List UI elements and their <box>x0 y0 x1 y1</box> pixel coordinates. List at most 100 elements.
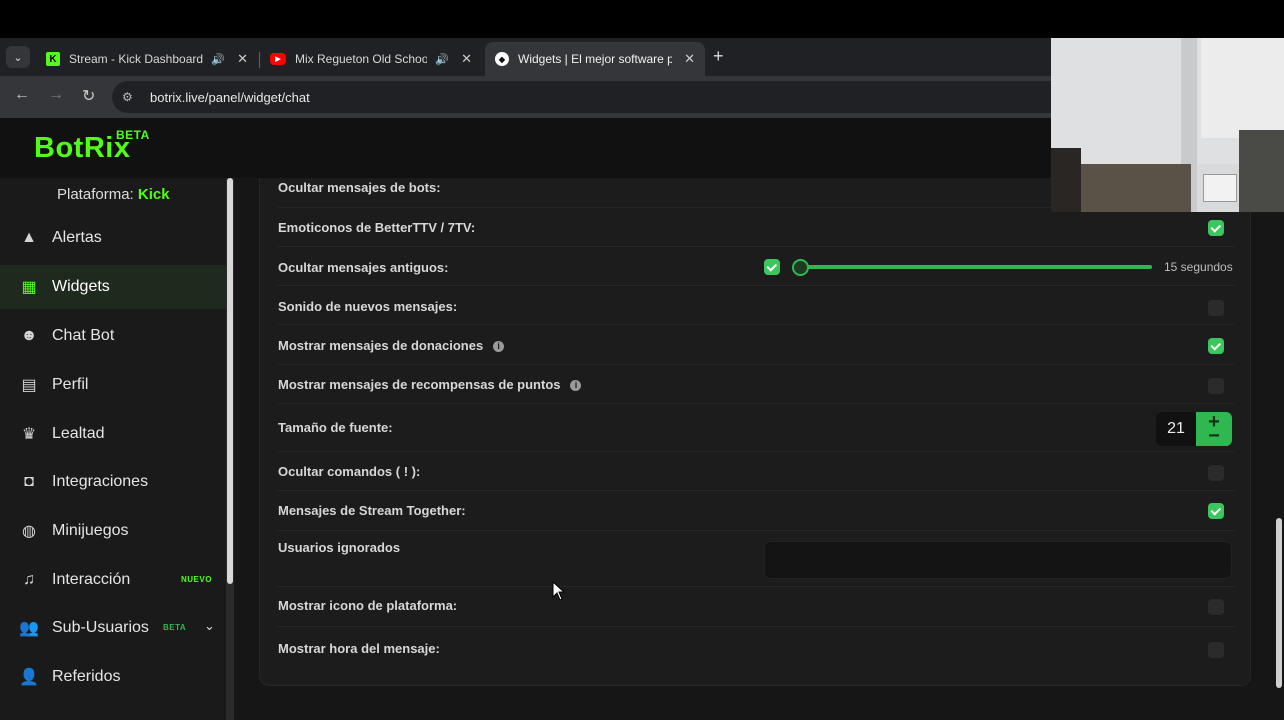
sidebar-item-sub-usuarios[interactable]: 👥 Sub-Usuarios BETA ⌄ <box>0 606 226 650</box>
setting-label: Mostrar hora del mensaje: <box>278 641 440 656</box>
sidebar-item-integraciones[interactable]: ◘ Integraciones <box>0 460 226 504</box>
sidebar-item-label: Alertas <box>52 229 102 246</box>
back-arrow-icon[interactable]: ← <box>14 86 30 104</box>
setting-hide-commands: Ocultar comandos ( ! ): <box>278 452 1234 491</box>
beta-badge: BETA <box>163 623 187 632</box>
speaker-icon[interactable]: 🔊 <box>435 53 449 66</box>
sidebar-item-widgets[interactable]: ▦ Widgets <box>0 265 226 309</box>
sidebar-item-lealtad[interactable]: ♛ Lealtad <box>0 412 226 456</box>
donations-checkbox[interactable] <box>1208 338 1224 354</box>
sidebar-item-alertas[interactable]: ▲ Alertas <box>0 216 226 260</box>
setting-label: Emoticonos de BetterTTV / 7TV: <box>278 220 476 235</box>
sidebar-scrollbar-thumb[interactable] <box>227 178 233 584</box>
hide-commands-checkbox[interactable] <box>1208 465 1224 481</box>
hide-old-slider-track[interactable] <box>802 265 1152 269</box>
setting-label: Tamaño de fuente: <box>278 420 393 435</box>
close-tab-icon[interactable]: ✕ <box>461 51 472 67</box>
new-tab-plus-icon[interactable]: + <box>713 46 724 67</box>
widgets-icon: ▦ <box>21 279 37 296</box>
robot-icon: ☻ <box>20 327 38 344</box>
sidebar-item-interaccion[interactable]: ♫ Interacción NUEVO <box>0 558 226 602</box>
webcam-shadow <box>1239 130 1284 212</box>
sidebar-item-label: Integraciones <box>52 473 149 490</box>
speaker-icon[interactable]: 🔊 <box>211 53 225 66</box>
tab-widgets[interactable]: ◆ Widgets | El mejor software par ✕ <box>485 42 705 76</box>
hide-old-checkbox[interactable] <box>764 259 780 275</box>
chevron-down-icon[interactable]: ⌄ <box>204 618 215 634</box>
webcam-object <box>1203 174 1237 202</box>
platform-value: Kick <box>137 186 170 203</box>
setting-stream-together: Mensajes de Stream Together: <box>278 491 1234 531</box>
trophy-icon: ♛ <box>21 426 37 443</box>
sidebar-item-perfil[interactable]: ▤ Perfil <box>0 363 226 407</box>
sidebar-item-minijuegos[interactable]: ◍ Minijuegos <box>0 509 226 553</box>
setting-label: Sonido de nuevos mensajes: <box>278 299 458 314</box>
font-size-value[interactable]: 21 <box>1156 412 1196 446</box>
close-tab-icon[interactable]: ✕ <box>684 51 695 67</box>
bttv-checkbox[interactable] <box>1208 220 1224 236</box>
url-text: botrix.live/panel/widget/chat <box>150 89 310 105</box>
screen-top-bar <box>0 0 1284 38</box>
music-icon: ♫ <box>23 571 35 588</box>
sidebar: Plataforma: Kick ▲ Alertas ▦ Widgets ☻ C… <box>0 178 234 720</box>
mouse-cursor-icon <box>552 581 566 601</box>
platform-icon-checkbox[interactable] <box>1208 599 1224 615</box>
url-field[interactable]: ⚙ botrix.live/panel/widget/chat <box>112 81 1112 113</box>
setting-label: Ocultar mensajes de bots: <box>278 180 441 195</box>
hide-old-slider-group: 15 segundos <box>764 257 1234 277</box>
hide-old-value: 15 segundos <box>1164 260 1233 274</box>
stream-together-checkbox[interactable] <box>1208 503 1224 519</box>
tab-title: Stream - Kick Dashboard <box>69 52 204 66</box>
sidebar-item-label: Interacción <box>52 571 131 588</box>
logo-beta-badge: BETA <box>116 128 150 142</box>
setting-points-rewards-messages: Mostrar mensajes de recompensas de punto… <box>278 365 1234 404</box>
youtube-icon: ▶ <box>270 53 286 65</box>
webcam-overlay <box>1051 38 1284 212</box>
tab-title: Widgets | El mejor software par <box>518 52 673 66</box>
user-friends-icon: 👤 <box>19 669 39 686</box>
chat-widget-settings-card: Ocultar mensajes de bots: Emoticonos de … <box>259 178 1251 686</box>
sidebar-item-label: Perfil <box>52 376 89 393</box>
setting-label: Mensajes de Stream Together: <box>278 503 466 518</box>
tab-search-chevron-icon[interactable]: ⌄ <box>6 46 30 68</box>
kick-icon: K <box>46 52 60 66</box>
font-size-stepper[interactable]: 21 + − <box>1156 411 1232 448</box>
setting-bttv-emotes: Emoticonos de BetterTTV / 7TV: <box>278 208 1234 247</box>
warning-icon: ▲ <box>21 229 37 246</box>
botrix-logo[interactable]: BotRix BETA <box>34 128 149 165</box>
setting-label: Ocultar mensajes antiguos: <box>278 260 449 275</box>
sound-checkbox[interactable] <box>1208 300 1224 316</box>
hide-old-slider-handle[interactable] <box>792 259 809 276</box>
setting-label-text: Mostrar mensajes de recompensas de punto… <box>278 377 561 392</box>
discord-icon: ◘ <box>24 473 34 490</box>
setting-label: Mostrar mensajes de donaciones i <box>278 338 505 353</box>
site-settings-icon[interactable]: ⚙ <box>122 90 138 104</box>
sidebar-item-label: Sub-Usuarios <box>52 619 149 636</box>
rewards-checkbox[interactable] <box>1208 378 1224 394</box>
tab-youtube-mix[interactable]: ▶ Mix Regueton Old School D 🔊 ✕ <box>260 42 482 76</box>
ignored-users-input[interactable] <box>764 541 1232 579</box>
info-icon[interactable]: i <box>493 341 505 353</box>
page-scrollbar-thumb[interactable] <box>1276 518 1282 688</box>
sidebar-item-label: Minijuegos <box>52 522 129 539</box>
setting-label: Usuarios ignorados <box>278 540 401 555</box>
forward-arrow-icon[interactable]: → <box>48 86 64 104</box>
sidebar-item-label: Lealtad <box>52 425 105 442</box>
setting-platform-icon: Mostrar icono de plataforma: <box>278 587 1234 627</box>
webcam-person <box>1051 148 1081 212</box>
setting-label: Ocultar comandos ( ! ): <box>278 464 421 479</box>
decrease-button[interactable]: − <box>1196 425 1232 448</box>
setting-message-time: Mostrar hora del mensaje: <box>278 627 1234 673</box>
sidebar-item-label: Referidos <box>52 668 121 685</box>
close-tab-icon[interactable]: ✕ <box>237 51 248 67</box>
platform-indicator: Plataforma: Kick <box>57 186 170 203</box>
webcam-window <box>1201 38 1284 138</box>
sidebar-item-referidos[interactable]: 👤 Referidos <box>0 655 226 699</box>
setting-donation-messages: Mostrar mensajes de donaciones i <box>278 325 1234 365</box>
message-time-checkbox[interactable] <box>1208 642 1224 658</box>
setting-hide-old-messages: Ocultar mensajes antiguos: 15 segundos <box>278 247 1234 286</box>
tab-kick-dashboard[interactable]: K Stream - Kick Dashboard 🔊 ✕ <box>36 42 258 76</box>
reload-icon[interactable]: ↻ <box>82 86 95 106</box>
info-icon[interactable]: i <box>570 380 582 392</box>
sidebar-item-chat-bot[interactable]: ☻ Chat Bot <box>0 314 226 358</box>
